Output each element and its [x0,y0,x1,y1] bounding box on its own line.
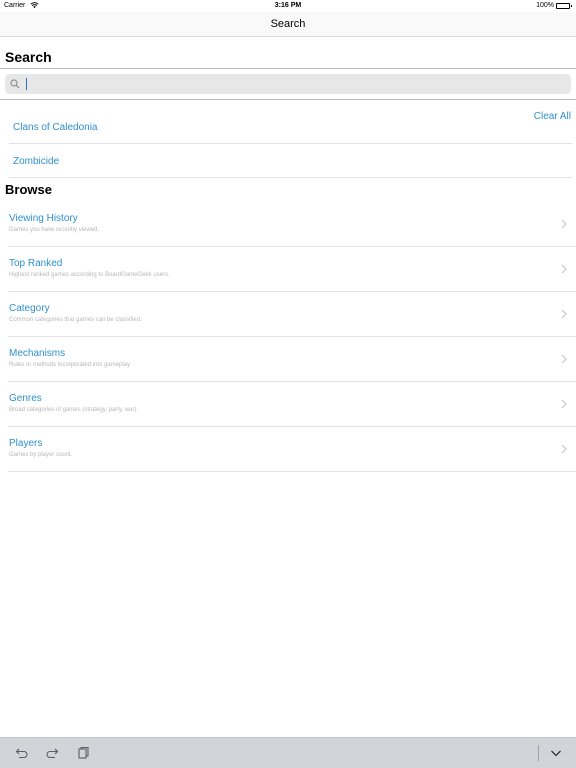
browse-item-title: Mechanisms [9,348,66,359]
chevron-right-icon [561,219,567,229]
recent-search-list: Clans of Caledonia Zombicide [0,110,576,178]
browse-section-header: Browse [5,182,52,197]
clock: 3:16 PM [274,2,302,9]
search-field[interactable] [5,74,571,94]
divider [0,99,576,100]
recent-search-item[interactable]: Clans of Caledonia [9,110,572,144]
text-caret [26,78,27,90]
paste-icon[interactable] [76,746,90,760]
browse-item-subtitle: Highest ranked games according to BoardG… [9,272,170,278]
recent-search-label: Clans of Caledonia [13,122,98,133]
browse-item-title: Viewing History [9,213,78,224]
search-section-header: Search [5,49,52,65]
battery-icon [556,3,572,9]
recent-search-item[interactable]: Zombicide [9,144,572,178]
browse-item-viewing-history[interactable]: Viewing History Games you have recently … [8,202,576,247]
divider [0,68,576,69]
nav-title: Search [270,18,306,30]
toolbar-separator [538,745,539,761]
browse-item-players[interactable]: Players Games by player count. [8,427,576,472]
browse-item-subtitle: Common categories that games can be clas… [9,317,142,323]
browse-item-mechanisms[interactable]: Mechanisms Rules or methods incorporated… [8,337,576,382]
recent-search-label: Zombicide [13,156,60,167]
keyboard-shortcut-bar [0,737,576,768]
battery-percent: 100% [536,2,554,9]
browse-item-subtitle: Rules or methods incorporated into gamep… [9,362,131,368]
status-bar: Carrier 3:16 PM 100% [0,0,576,12]
chevron-right-icon [561,264,567,274]
magnifier-icon [10,79,20,89]
chevron-right-icon [561,309,567,319]
browse-item-title: Category [9,303,50,314]
redo-icon[interactable] [45,746,59,760]
browse-item-title: Genres [9,393,42,404]
navigation-bar: Search [0,12,576,37]
browse-item-category[interactable]: Category Common categories that games ca… [8,292,576,337]
chevron-right-icon [561,444,567,454]
browse-item-title: Players [9,438,43,449]
browse-list: Viewing History Games you have recently … [0,202,576,472]
chevron-right-icon [561,399,567,409]
chevron-down-icon[interactable] [549,746,563,760]
browse-item-subtitle: Broad categories of games (strategy, par… [9,407,139,413]
chevron-right-icon [561,354,567,364]
browse-item-genres[interactable]: Genres Broad categories of games (strate… [8,382,576,427]
search-input[interactable] [23,76,563,92]
undo-icon[interactable] [15,746,29,760]
browse-item-top-ranked[interactable]: Top Ranked Highest ranked games accordin… [8,247,576,292]
browse-item-subtitle: Games you have recently viewed. [9,227,100,233]
browse-item-title: Top Ranked [9,258,63,269]
browse-item-subtitle: Games by player count. [9,452,73,458]
